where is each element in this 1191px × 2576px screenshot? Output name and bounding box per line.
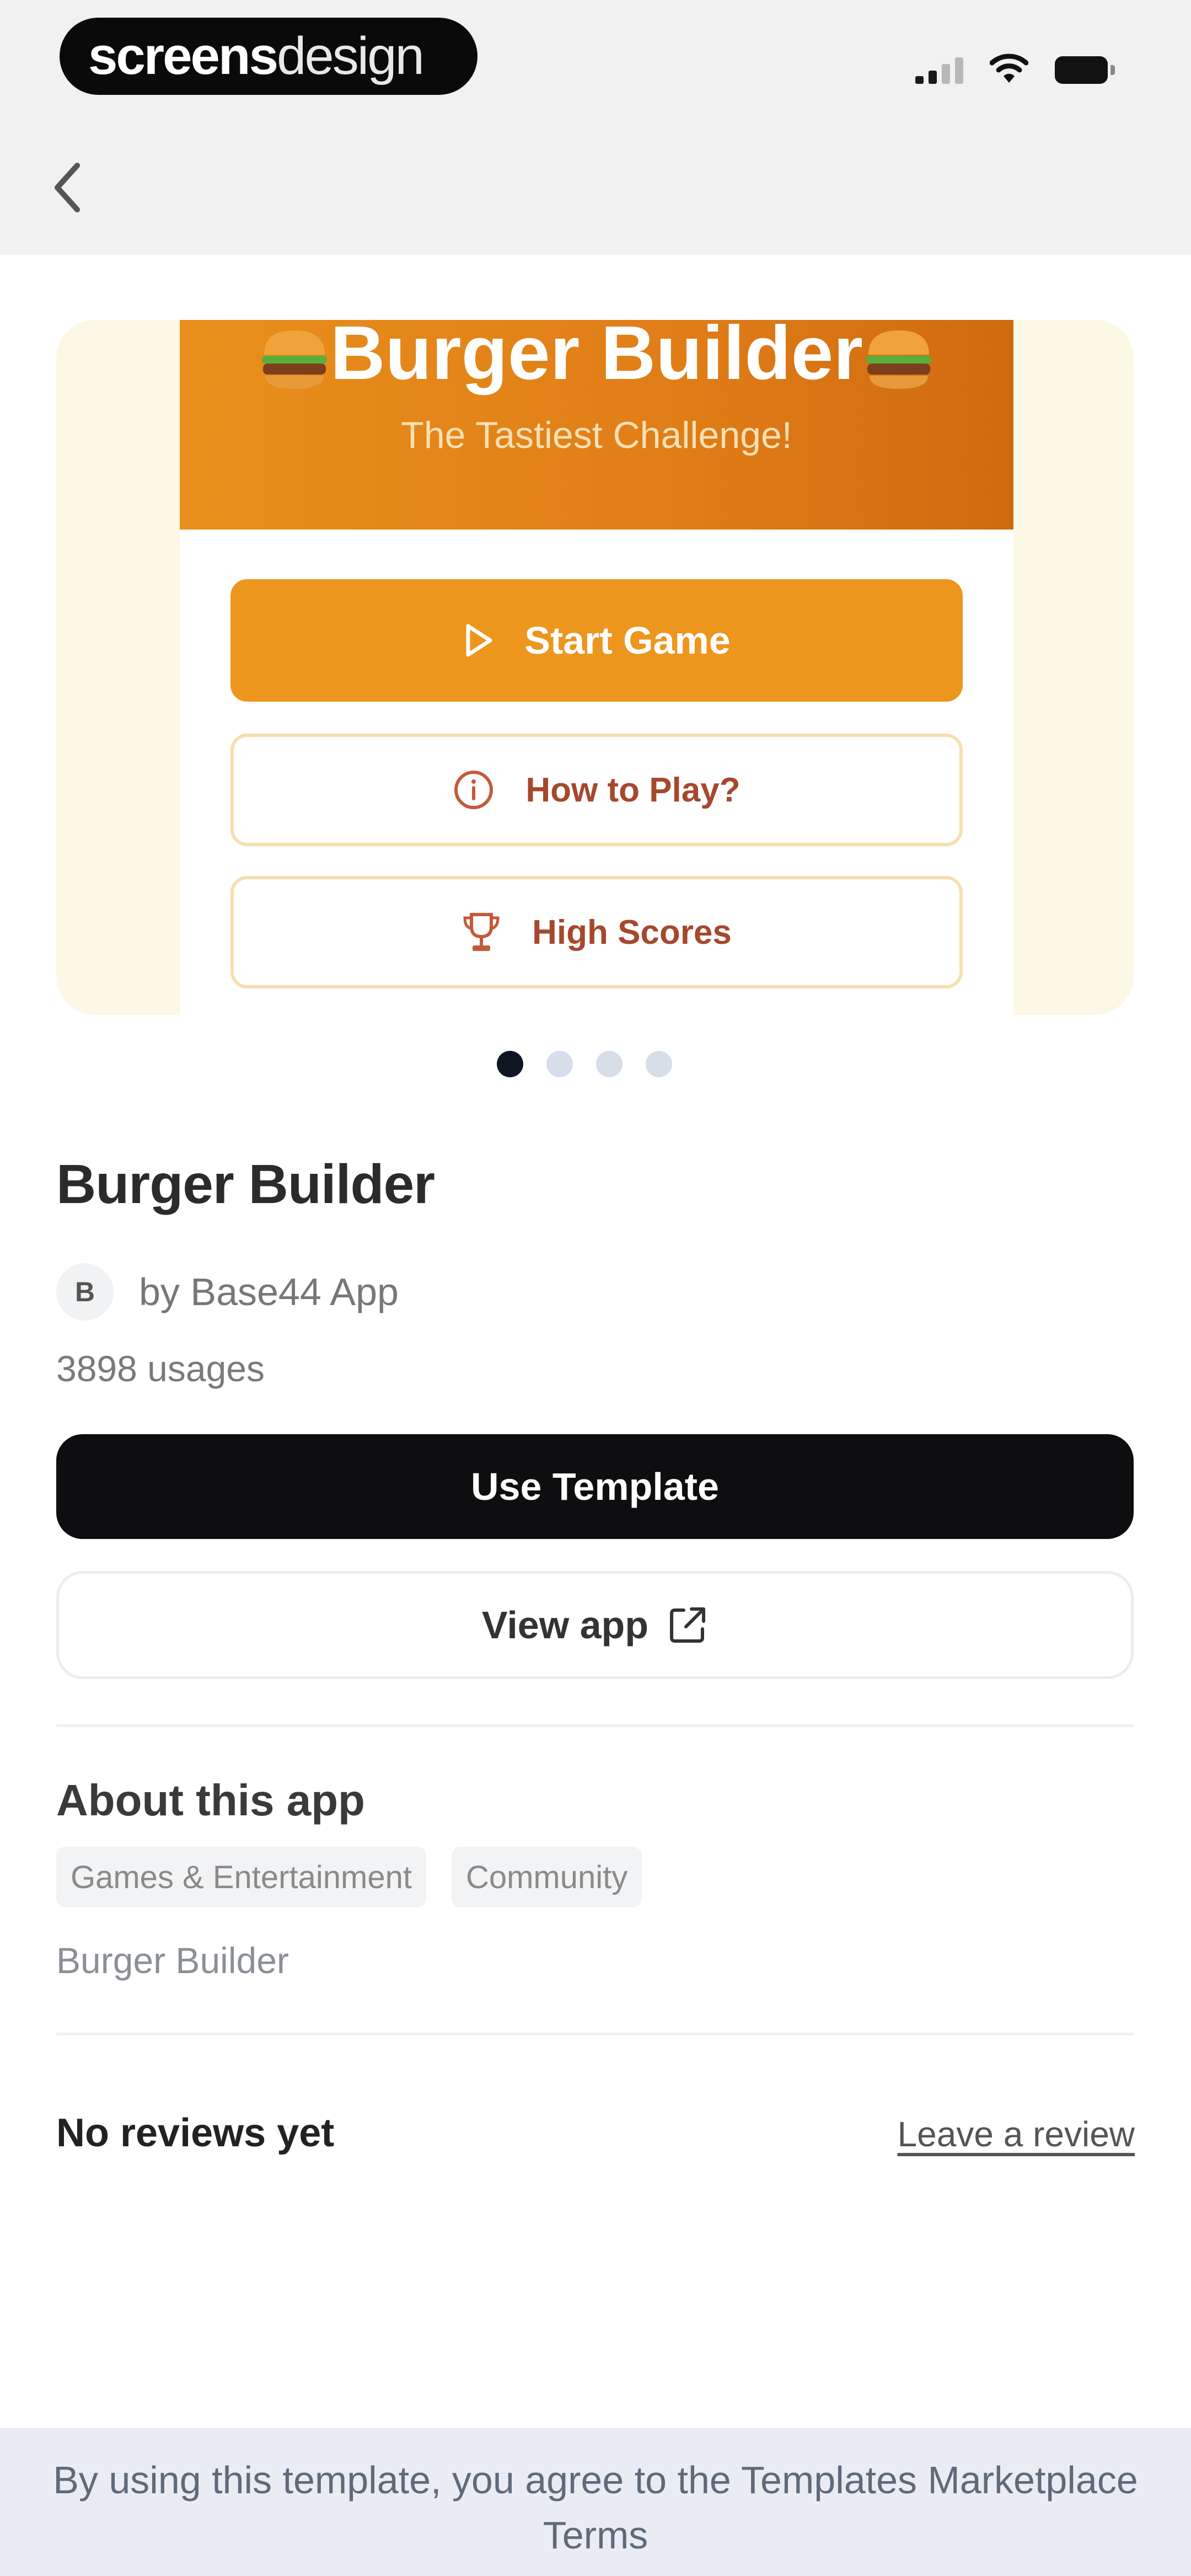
status-icons xyxy=(915,51,1115,84)
preview-subtitle: The Tastiest Challenge! xyxy=(401,414,792,456)
category-tag[interactable]: Games & Entertainment xyxy=(56,1847,426,1907)
section-divider xyxy=(56,2033,1134,2035)
about-section-title: About this app xyxy=(56,1776,365,1825)
start-game-button: Start Game xyxy=(230,579,963,702)
category-tag[interactable]: Community xyxy=(451,1847,642,1907)
category-tags: Games & Entertainment Community xyxy=(56,1847,642,1907)
preview-title-text: Burger Builder xyxy=(330,320,863,396)
play-icon xyxy=(466,624,492,657)
brand-logo-bold: screens xyxy=(88,26,278,85)
author-avatar: B xyxy=(56,1263,114,1321)
leave-review-link[interactable]: Leave a review xyxy=(898,2114,1135,2155)
preview-title: Burger Builder xyxy=(180,320,1013,403)
cellular-signal-icon xyxy=(915,51,963,84)
top-bar: screensdesign xyxy=(0,0,1191,255)
preview-screenshot: Burger Builder The Tastiest Challenge! S… xyxy=(180,320,1013,1015)
reviews-empty-title: No reviews yet xyxy=(56,2111,335,2155)
author-row: B by Base44 App xyxy=(56,1263,399,1321)
preview-header: Burger Builder The Tastiest Challenge! xyxy=(180,320,1013,530)
terms-footer: By using this template, you agree to the… xyxy=(0,2428,1191,2576)
pagination-dot-3[interactable] xyxy=(596,1051,623,1077)
brand-logo: screensdesign xyxy=(60,18,478,95)
template-preview-card[interactable]: Burger Builder The Tastiest Challenge! S… xyxy=(56,320,1134,1015)
usage-count: 3898 usages xyxy=(56,1348,265,1389)
view-app-button[interactable]: View app xyxy=(56,1571,1134,1679)
trophy-icon xyxy=(463,913,500,951)
info-circle-icon xyxy=(454,771,493,809)
app-description: Burger Builder xyxy=(56,1940,289,1981)
high-scores-button: High Scores xyxy=(230,876,963,988)
section-divider xyxy=(56,1724,1134,1727)
app-title: Burger Builder xyxy=(56,1153,435,1215)
high-scores-label: High Scores xyxy=(532,913,732,952)
external-link-icon xyxy=(670,1607,706,1643)
use-template-button[interactable]: Use Template xyxy=(56,1434,1134,1539)
burger-icon xyxy=(261,330,327,389)
pagination-dot-2[interactable] xyxy=(546,1051,573,1077)
view-app-label: View app xyxy=(481,1604,649,1647)
terms-text[interactable]: By using this template, you agree to the… xyxy=(53,2459,1138,2557)
chevron-left-icon xyxy=(55,163,80,212)
battery-icon xyxy=(1055,56,1115,84)
pagination-dot-1[interactable] xyxy=(497,1051,523,1077)
how-to-play-button: How to Play? xyxy=(230,734,963,846)
how-to-play-label: How to Play? xyxy=(525,771,741,809)
brand-logo-light: design xyxy=(276,26,425,85)
start-game-label: Start Game xyxy=(524,619,731,662)
carousel-pagination xyxy=(0,1051,1191,1077)
back-button[interactable] xyxy=(45,154,89,221)
burger-icon xyxy=(866,330,932,389)
wifi-icon xyxy=(990,54,1028,83)
author-name: by Base44 App xyxy=(139,1270,399,1313)
pagination-dot-4[interactable] xyxy=(646,1051,672,1077)
